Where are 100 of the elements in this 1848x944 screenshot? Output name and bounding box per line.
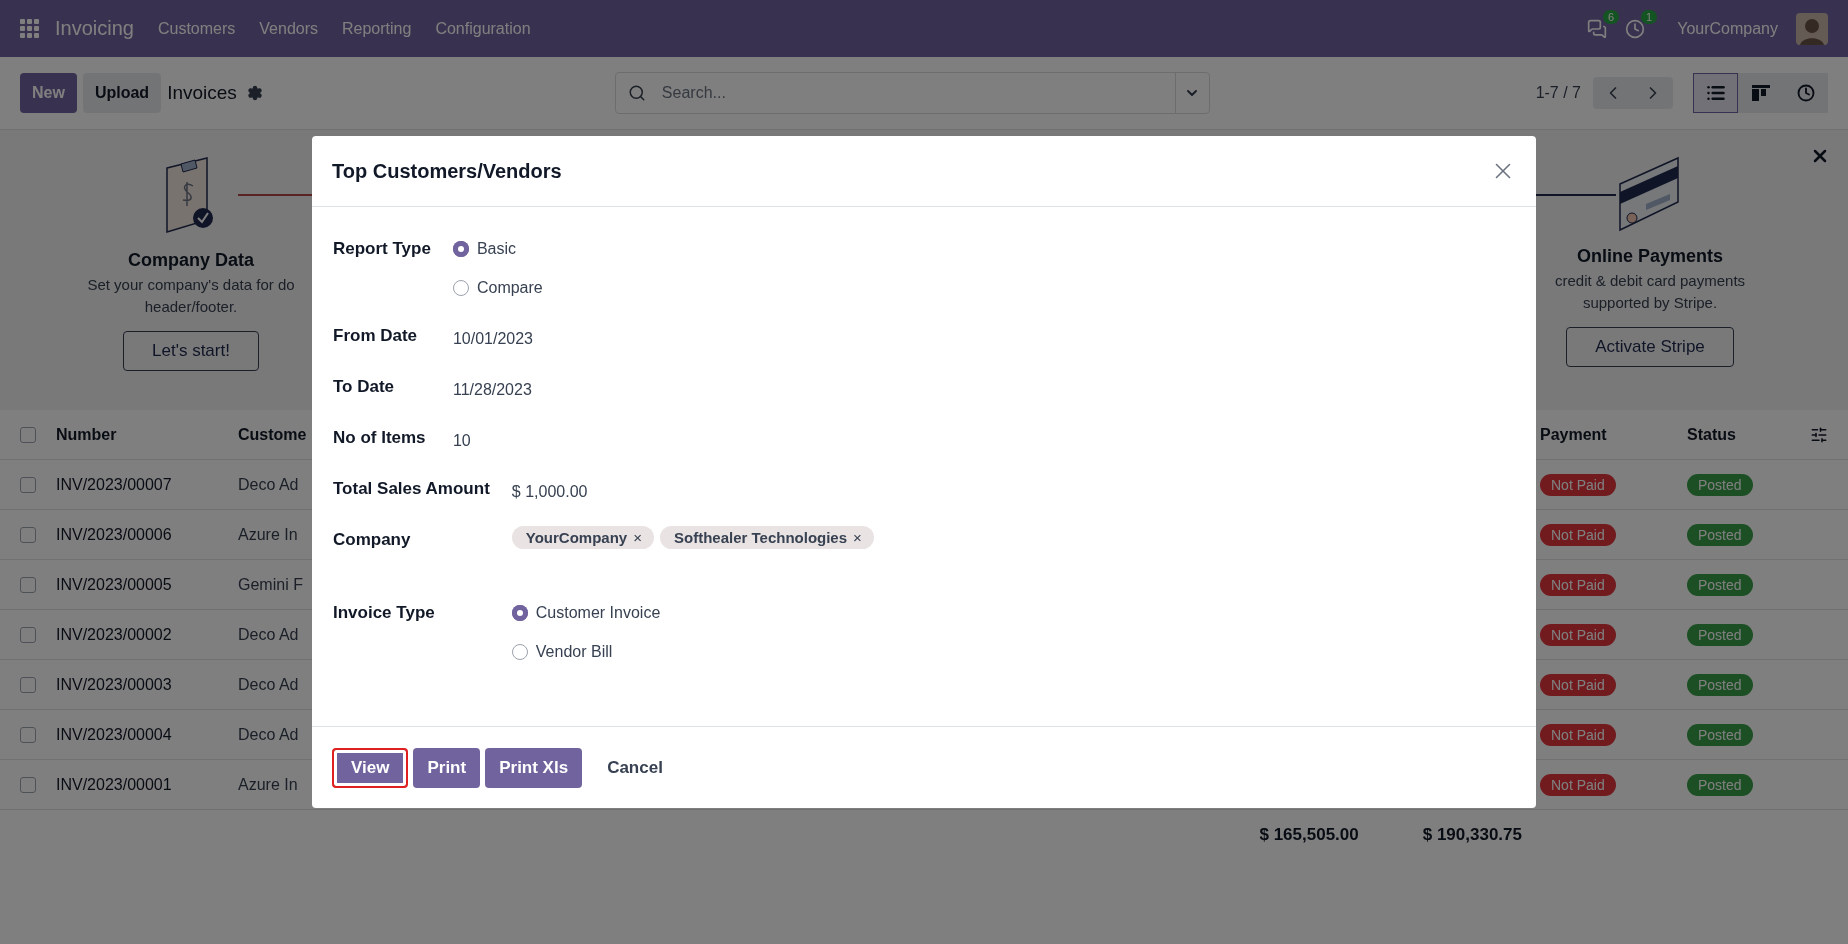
checkbox[interactable] bbox=[20, 776, 36, 793]
count-badge: 6 bbox=[1603, 9, 1620, 24]
field-value: $ 1,000.00 bbox=[511, 482, 588, 502]
dialog-button[interactable]: Print Xls bbox=[485, 747, 583, 788]
step-description: Set your company's data for do bbox=[87, 276, 295, 293]
step-title: Company Data bbox=[128, 250, 254, 271]
radio-button[interactable] bbox=[452, 280, 469, 296]
dialog-button[interactable]: View bbox=[332, 747, 409, 788]
field-label: No of Items bbox=[333, 427, 427, 449]
total-amount: $ 165,505.00 bbox=[1259, 825, 1359, 845]
step-button[interactable]: Let's start! bbox=[123, 331, 259, 371]
status-badge: Posted bbox=[1687, 623, 1753, 646]
dialog-button[interactable]: Print bbox=[413, 747, 481, 788]
column-header[interactable]: Status bbox=[1687, 425, 1736, 444]
field-label: From Date bbox=[333, 325, 419, 347]
table-cell: Azure In bbox=[238, 525, 298, 544]
clock-icon[interactable] bbox=[1625, 18, 1646, 39]
search-input[interactable]: Search... bbox=[659, 83, 1175, 103]
menu-item[interactable]: Vendors bbox=[259, 19, 318, 38]
search-field[interactable]: Search... bbox=[614, 72, 1210, 114]
page-title: Invoices bbox=[167, 82, 237, 104]
field-label: To Date bbox=[333, 376, 396, 398]
payment-badge: Not Paid bbox=[1540, 523, 1616, 546]
table-cell: INV/2023/00005 bbox=[56, 575, 172, 594]
field-label: Total Sales Amount bbox=[333, 478, 490, 500]
count-badge: 1 bbox=[1641, 9, 1658, 24]
tag-label: Softhealer Technologies bbox=[673, 529, 848, 546]
step-button[interactable]: Activate Stripe bbox=[1566, 327, 1734, 367]
table-cell: Deco Ad bbox=[238, 625, 299, 644]
table-cell: Deco Ad bbox=[238, 475, 299, 494]
radio-button[interactable] bbox=[452, 241, 469, 257]
clock-icon bbox=[1796, 84, 1815, 102]
menu-item[interactable]: Reporting bbox=[342, 19, 412, 38]
cancel-button[interactable]: Cancel bbox=[593, 747, 677, 788]
column-header[interactable]: Custome bbox=[238, 425, 307, 444]
radio-label: Customer Invoice bbox=[535, 603, 661, 623]
dialog-title: Top Customers/Vendors bbox=[332, 159, 562, 183]
radio-option[interactable]: Vendor Bill bbox=[511, 638, 1516, 666]
total-amount: $ 190,330.75 bbox=[1422, 825, 1522, 845]
pager-value: 1-7 / 7 bbox=[1535, 84, 1581, 102]
checkbox[interactable] bbox=[20, 626, 36, 643]
payment-badge: Not Paid bbox=[1540, 773, 1616, 796]
new-button[interactable]: New bbox=[20, 73, 77, 113]
step-description: credit & debit card payments bbox=[1554, 272, 1746, 289]
next-button[interactable] bbox=[1633, 77, 1673, 109]
upload-button[interactable]: Upload bbox=[82, 73, 162, 113]
field-value: 10 bbox=[452, 431, 471, 451]
previous-button[interactable] bbox=[1593, 77, 1633, 109]
checkbox[interactable] bbox=[20, 526, 36, 543]
status-badge: Posted bbox=[1687, 673, 1753, 696]
field-label: Invoice Type bbox=[333, 602, 436, 624]
status-badge: Posted bbox=[1687, 573, 1753, 596]
status-badge: Posted bbox=[1687, 773, 1753, 796]
search-icon bbox=[627, 84, 646, 102]
table-cell: INV/2023/00002 bbox=[56, 625, 172, 644]
field-label: Report Type bbox=[333, 238, 431, 260]
field-value: 10/01/2023 bbox=[452, 329, 533, 349]
menu-item[interactable]: Customers bbox=[157, 19, 236, 38]
apps-grid-icon[interactable] bbox=[20, 19, 39, 38]
list-icon bbox=[1705, 83, 1726, 103]
radio-option[interactable]: Customer Invoice bbox=[511, 599, 1516, 627]
checkbox[interactable] bbox=[20, 476, 36, 493]
table-cell: Deco Ad bbox=[238, 725, 299, 744]
status-badge: Posted bbox=[1687, 523, 1753, 546]
radio-option[interactable]: Compare bbox=[452, 274, 1516, 302]
radio-button[interactable] bbox=[511, 605, 528, 621]
radio-label: Vendor Bill bbox=[535, 642, 613, 662]
radio-label: Compare bbox=[476, 278, 543, 298]
column-settings-icon[interactable] bbox=[1810, 425, 1828, 444]
payment-badge: Not Paid bbox=[1540, 623, 1616, 646]
column-header[interactable]: Number bbox=[56, 425, 117, 444]
payment-badge: Not Paid bbox=[1540, 573, 1616, 596]
checkbox[interactable] bbox=[20, 676, 36, 693]
settings-icon[interactable] bbox=[246, 85, 263, 101]
radio-option[interactable]: Basic bbox=[452, 235, 1516, 263]
step-description: supported by Stripe. bbox=[1582, 294, 1718, 311]
step-description: header/footer. bbox=[144, 298, 238, 315]
field-label: Company bbox=[333, 529, 412, 551]
radio-label: Basic bbox=[476, 239, 517, 259]
table-cell: INV/2023/00006 bbox=[56, 525, 172, 544]
radio-button[interactable] bbox=[511, 644, 528, 660]
status-badge: Posted bbox=[1687, 473, 1753, 496]
status-badge: Posted bbox=[1687, 723, 1753, 746]
remove-tag-button[interactable]: × bbox=[853, 530, 862, 545]
menu-item[interactable]: Configuration bbox=[435, 19, 531, 38]
column-header[interactable]: Payment bbox=[1540, 425, 1607, 444]
view-switch-button[interactable] bbox=[1693, 73, 1738, 113]
checkbox[interactable] bbox=[20, 426, 36, 443]
chat-icon[interactable] bbox=[1587, 18, 1608, 39]
user-avatar[interactable] bbox=[1796, 12, 1828, 45]
payment-badge: Not Paid bbox=[1540, 473, 1616, 496]
table-cell: INV/2023/00004 bbox=[56, 725, 172, 744]
checkbox[interactable] bbox=[20, 726, 36, 743]
table-cell: INV/2023/00001 bbox=[56, 775, 172, 794]
checkbox[interactable] bbox=[20, 576, 36, 593]
step-title: Online Payments bbox=[1576, 246, 1724, 267]
app-name[interactable]: Invoicing bbox=[55, 17, 134, 40]
company-name[interactable]: YourCompany bbox=[1677, 19, 1778, 38]
table-cell: Azure In bbox=[238, 775, 298, 794]
remove-tag-button[interactable]: × bbox=[633, 530, 642, 545]
